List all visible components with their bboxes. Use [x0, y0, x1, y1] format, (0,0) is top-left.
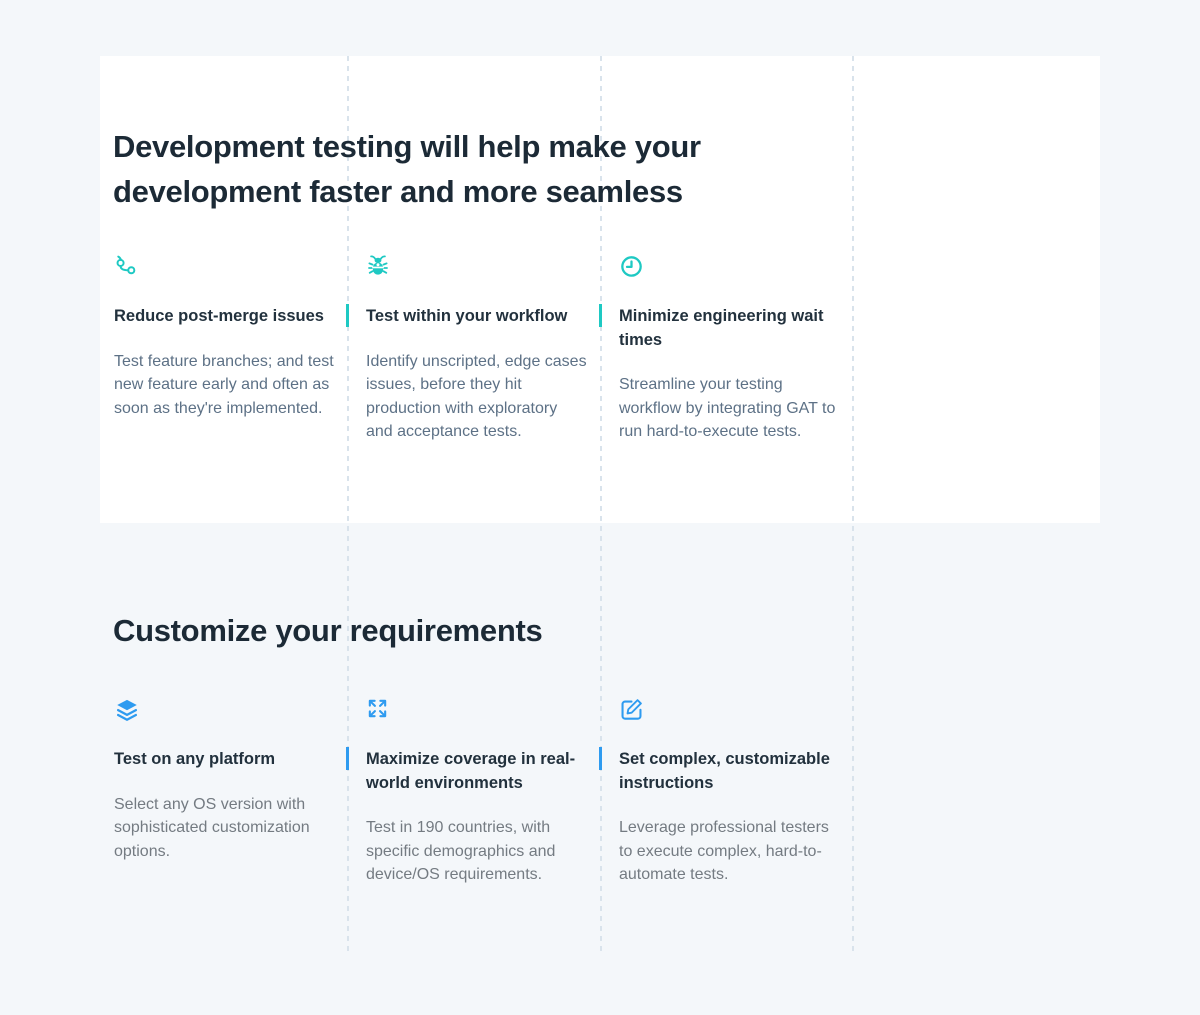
feature-body: Streamline your testing workflow by inte… [619, 373, 841, 444]
feature-heading: Set complex, customizable instructions [619, 748, 841, 795]
expand-arrows-icon [366, 697, 392, 723]
column-divider [852, 56, 854, 956]
feature-column-real-world-coverage: Maximize coverage in real-world environm… [366, 697, 588, 887]
feature-heading: Maximize coverage in real-world environm… [366, 748, 588, 795]
section-title-development-testing: Development testing will help make your … [113, 124, 833, 214]
feature-heading: Reduce post-merge issues [114, 305, 336, 329]
feature-column-any-platform: Test on any platform Select any OS versi… [114, 697, 336, 863]
feature-column-minimize-wait-times: Minimize engineering wait times Streamli… [619, 254, 841, 444]
bug-icon [366, 254, 392, 280]
merge-icon [114, 254, 140, 280]
heading-accent-bar [599, 747, 602, 770]
section-title-line: Development testing will help make your [113, 124, 833, 169]
section-title-line: Customize your requirements [113, 608, 833, 653]
heading-accent-bar [346, 304, 349, 327]
feature-body: Test in 190 countries, with specific dem… [366, 816, 588, 887]
feature-column-reduce-post-merge: Reduce post-merge issues Test feature br… [114, 254, 336, 420]
feature-column-test-workflow: Test within your workflow Identify unscr… [366, 254, 588, 444]
heading-accent-bar [599, 304, 602, 327]
feature-heading: Test on any platform [114, 748, 336, 772]
feature-body: Test feature branches; and test new feat… [114, 350, 336, 421]
clock-icon [619, 254, 645, 280]
layers-icon [114, 697, 140, 723]
feature-heading: Minimize engineering wait times [619, 305, 841, 352]
feature-body: Select any OS version with sophisticated… [114, 793, 336, 864]
feature-column-custom-instructions: Set complex, customizable instructions L… [619, 697, 841, 887]
feature-heading: Test within your workflow [366, 305, 588, 329]
feature-body: Identify unscripted, edge cases issues, … [366, 350, 588, 444]
section-title-customize-requirements: Customize your requirements [113, 608, 833, 653]
feature-body: Leverage professional testers to execute… [619, 816, 841, 887]
section-title-line: development faster and more seamless [113, 169, 833, 214]
heading-accent-bar [346, 747, 349, 770]
edit-icon [619, 697, 645, 723]
